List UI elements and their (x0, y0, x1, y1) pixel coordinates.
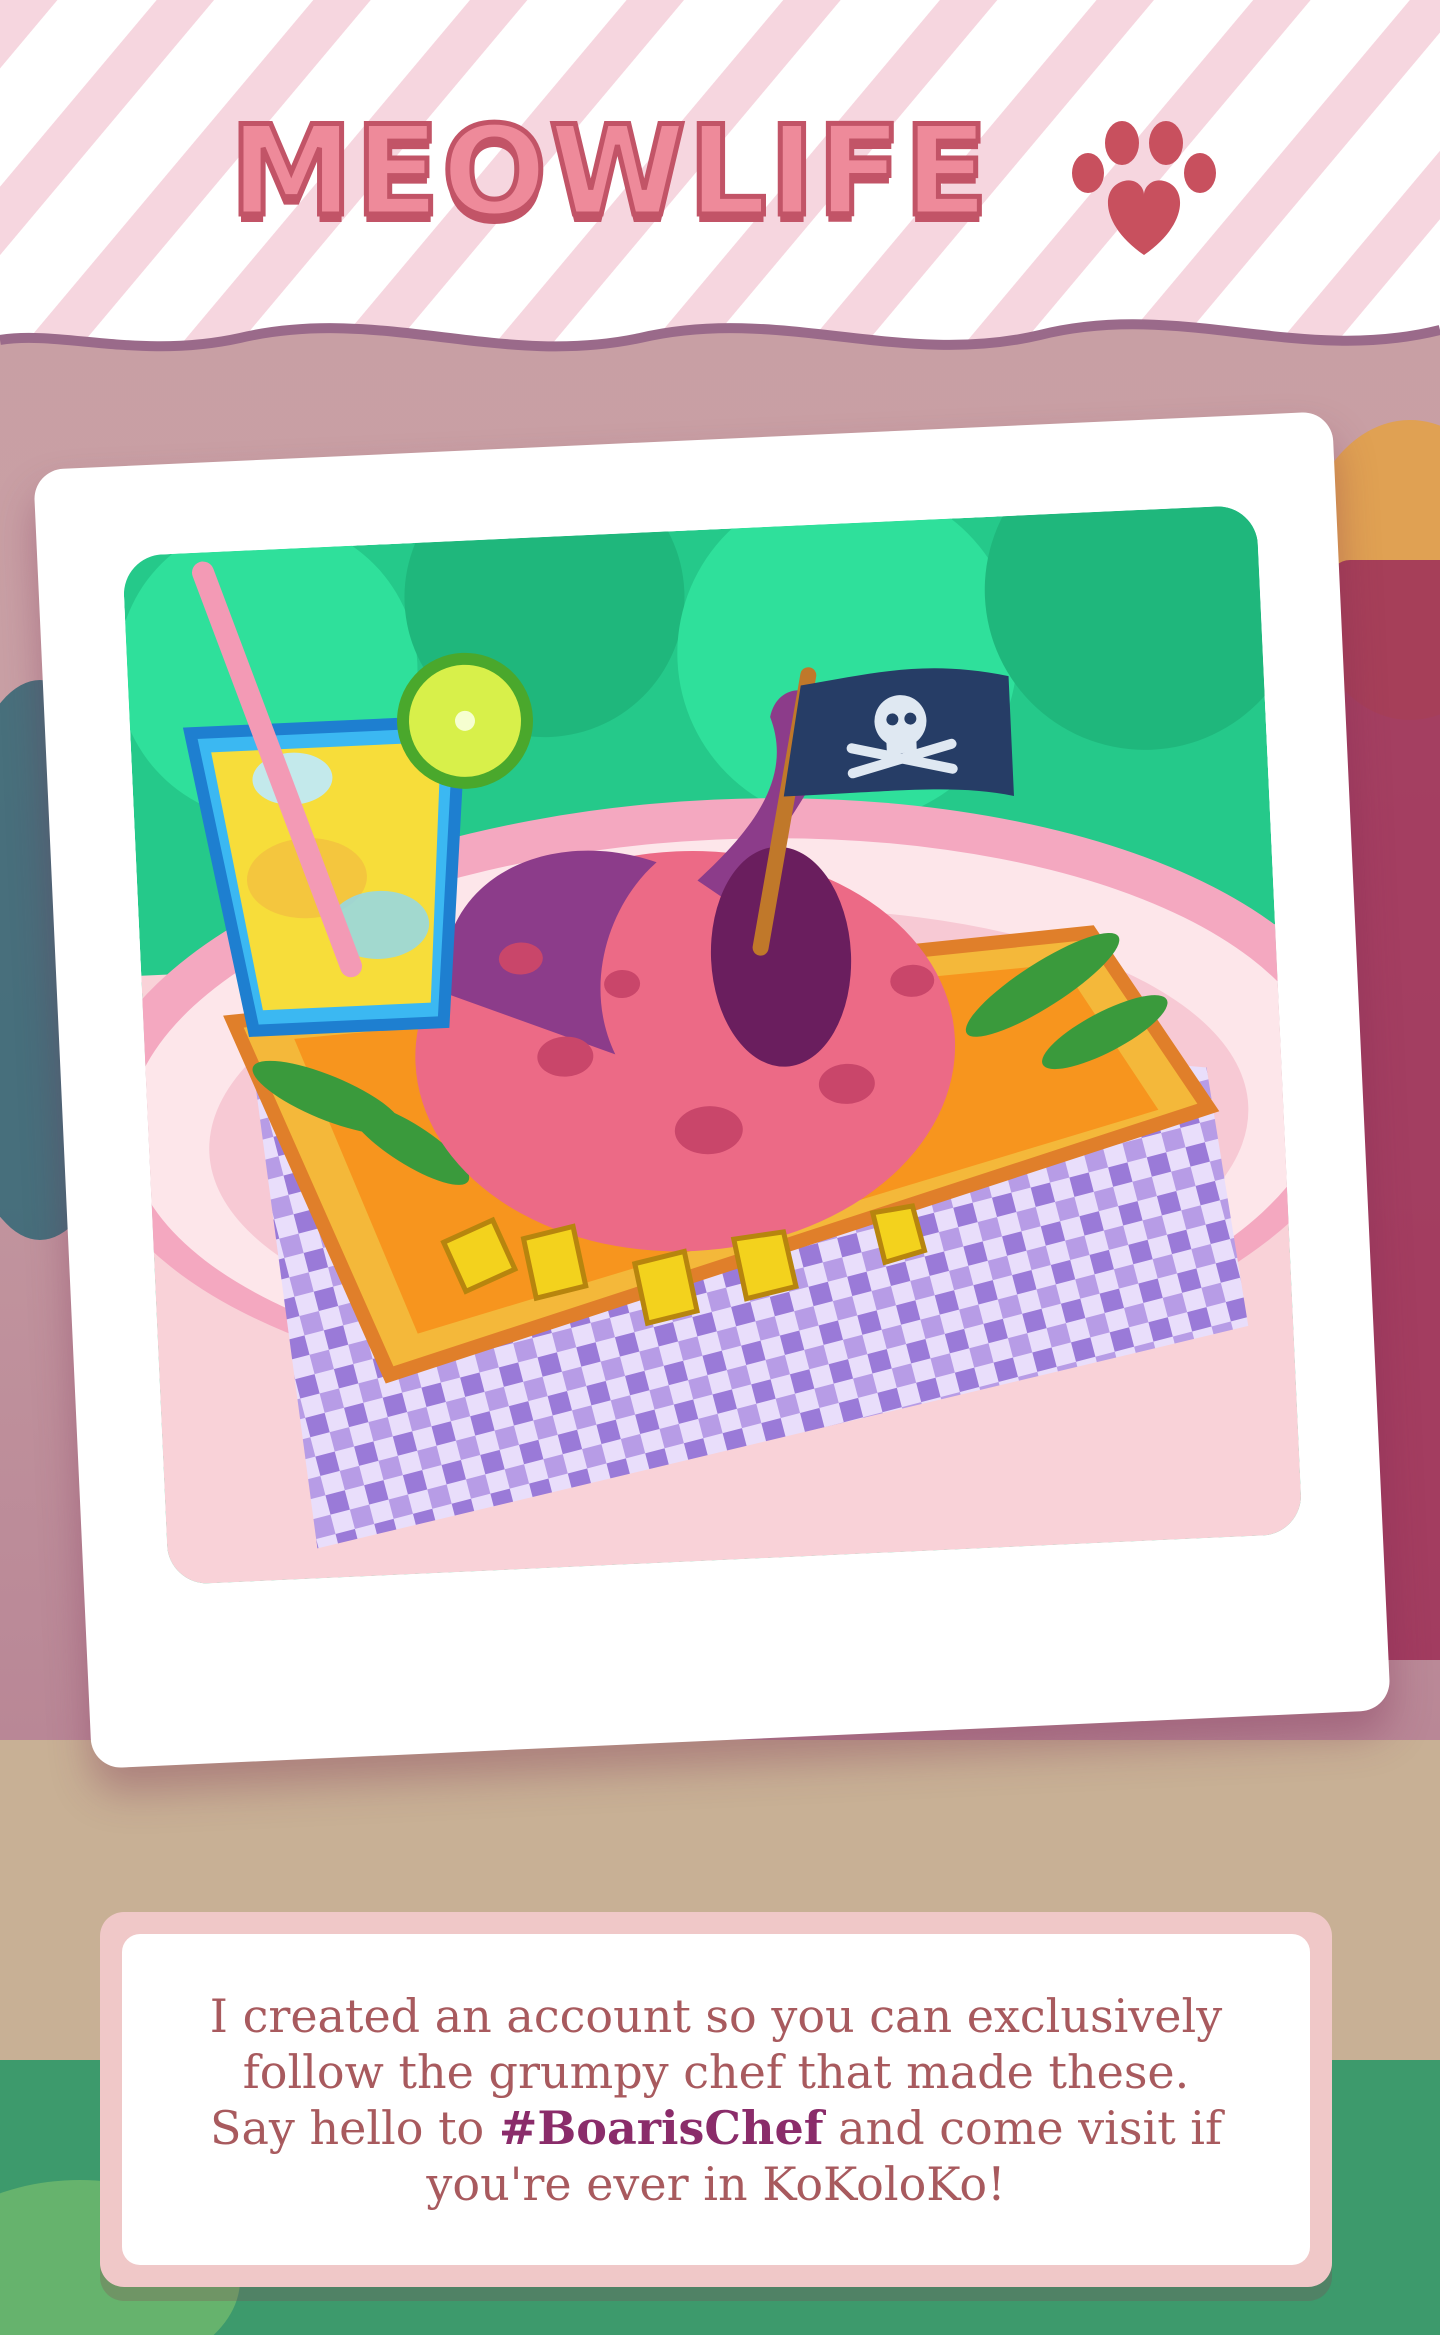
caption-inner: I created an account so you can exclusiv… (122, 1934, 1310, 2265)
app-logo-text: MEOWLIFE (227, 98, 991, 247)
header-banner: MEOWLIFE (0, 0, 1440, 380)
octopus-dish-photo (122, 504, 1303, 1586)
caption-box: I created an account so you can exclusiv… (100, 1912, 1332, 2287)
caption-text: I created an account so you can exclusiv… (196, 1988, 1236, 2212)
photo-card (33, 411, 1391, 1769)
paw-heart-icon (1072, 121, 1216, 255)
caption-hashtag: #BoarisChef (498, 2100, 824, 2155)
